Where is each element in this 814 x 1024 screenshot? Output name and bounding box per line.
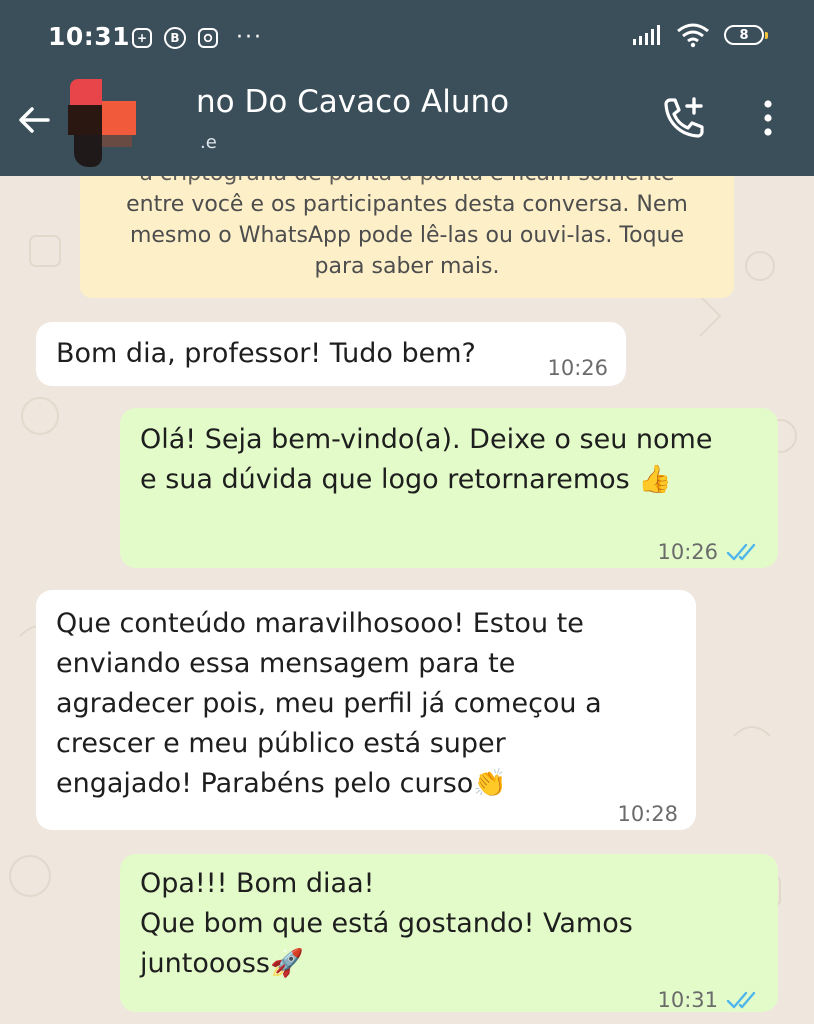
message-text-line: e sua dúvida que logo retornaremos 👍	[140, 460, 778, 500]
chat-area[interactable]: a criptografia de ponta a ponta e ficam …	[0, 176, 814, 1024]
double-check-icon	[726, 543, 756, 561]
plus-square-icon: +	[132, 27, 152, 48]
notice-line: entre você e os participantes desta conv…	[126, 192, 688, 217]
message-bubble-outgoing[interactable]: Opa!!! Bom diaa! Que bom que está gostan…	[120, 854, 778, 1012]
message-text: Que bom que está gostando! Vamos	[140, 908, 633, 939]
message-bubble-outgoing[interactable]: Olá! Seja bem-vindo(a). Deixe o seu nome…	[120, 408, 778, 568]
message-text: Olá! Seja bem-vindo(a). Deixe o seu nome	[140, 424, 713, 455]
signal-icon	[633, 25, 660, 45]
message-bubble-incoming[interactable]: Que conteúdo maravilhosooo! Estou te env…	[36, 590, 696, 830]
message-bubble-incoming[interactable]: Bom dia, professor! Tudo bem? 10:26	[36, 322, 626, 386]
message-text: Bom dia, professor! Tudo bem?	[56, 338, 476, 369]
status-notification-icons: + B ···	[132, 25, 263, 50]
more-dots-icon: ···	[236, 25, 263, 50]
status-bar: 10:31 + B ··· 8	[0, 0, 814, 78]
message-meta: 10:31	[657, 980, 762, 1020]
instagram-icon	[198, 27, 218, 48]
b-circle-icon: B	[164, 26, 186, 49]
add-call-icon[interactable]	[660, 96, 706, 140]
message-time: 10:26	[547, 356, 608, 380]
battery-level: 8	[739, 27, 749, 43]
notice-line: mesmo o WhatsApp pode lê-las ou ouvi-las…	[129, 223, 685, 248]
message-time: 10:28	[617, 802, 678, 826]
status-system-icons: 8	[632, 22, 768, 48]
message-meta: 10:28	[617, 794, 678, 834]
avatar[interactable]	[66, 75, 138, 173]
back-arrow-icon[interactable]	[14, 100, 54, 140]
thumbs-up-emoji: 👍	[638, 464, 672, 495]
message-text-line: juntoooss🚀	[140, 944, 778, 984]
notice-line: para saber mais.	[314, 254, 500, 279]
contact-subtitle: .e	[200, 132, 217, 153]
battery-icon: 8	[724, 25, 768, 45]
clapping-hands-emoji: 👏	[473, 768, 507, 799]
message-time: 10:31	[657, 988, 718, 1012]
message-text: e sua dúvida que logo retornaremos	[140, 464, 630, 495]
status-time: 10:31	[48, 22, 131, 51]
message-text-line: engajado! Parabéns pelo curso👏	[56, 764, 696, 804]
message-text: juntoooss	[140, 948, 271, 979]
overflow-menu-icon[interactable]	[760, 98, 776, 138]
message-text: engajado! Parabéns pelo curso	[56, 768, 474, 799]
notice-line: a criptografia de ponta a ponta e ficam …	[80, 176, 734, 189]
message-text: enviando essa mensagem para te	[56, 648, 516, 679]
message-text: Que conteúdo maravilhosooo! Estou te	[56, 608, 584, 639]
rocket-emoji: 🚀	[270, 948, 304, 979]
message-text: Opa!!! Bom diaa!	[140, 868, 375, 899]
message-meta: 10:26	[547, 348, 608, 388]
message-text: crescer e meu público está super	[56, 728, 506, 759]
contact-name[interactable]: no Do Cavaco Aluno	[196, 84, 509, 120]
message-time: 10:26	[657, 540, 718, 564]
wifi-icon	[677, 23, 709, 48]
double-check-icon	[726, 991, 756, 1009]
message-meta: 10:26	[657, 532, 762, 572]
encryption-notice[interactable]: a criptografia de ponta a ponta e ficam …	[80, 176, 734, 298]
message-text: agradecer pois, meu perfil já começou a	[56, 688, 602, 719]
